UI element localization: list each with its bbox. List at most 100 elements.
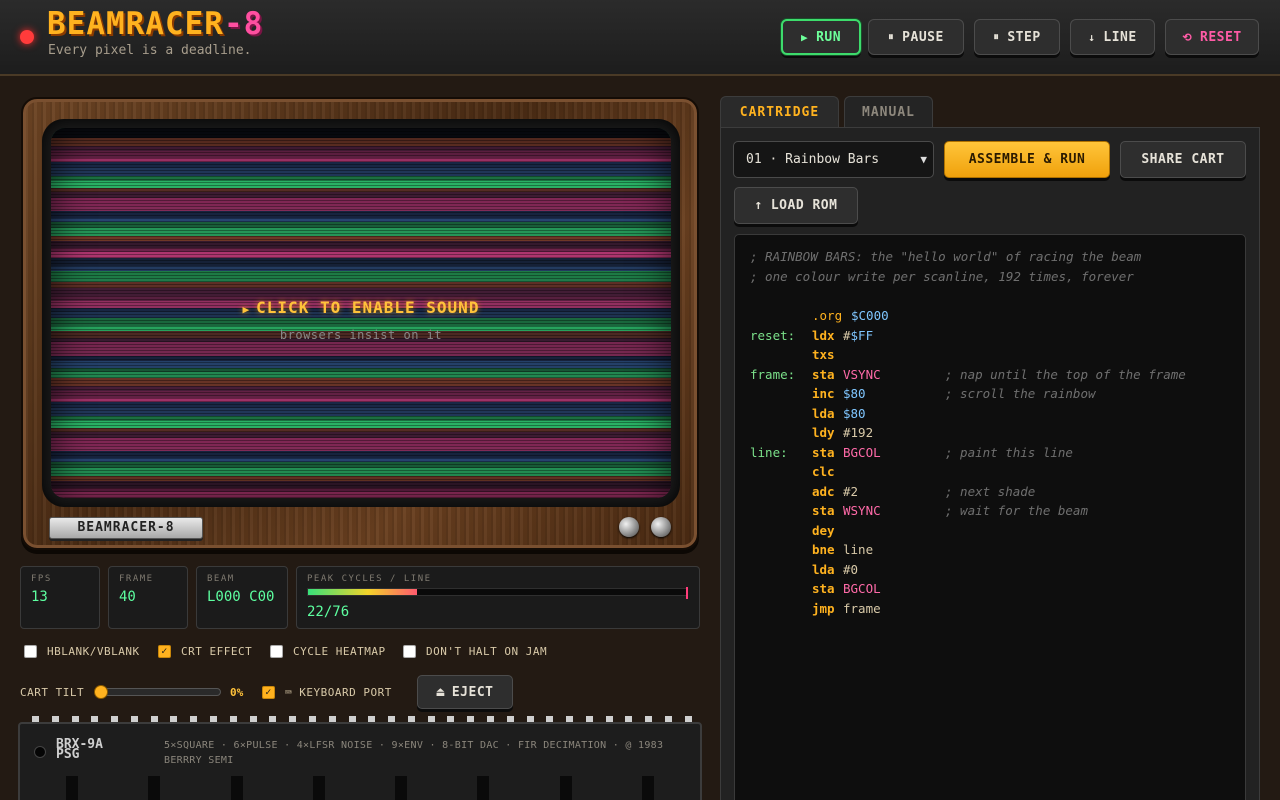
code-opcode: lda	[812, 405, 835, 421]
code-line: sta BGCOL	[750, 579, 1230, 599]
code-opcode: ldx	[812, 327, 835, 343]
code-line: .org $C000	[750, 306, 1230, 326]
tab-cartridge[interactable]: CARTRIDGE	[720, 96, 839, 128]
enable-sound-label: CLICK TO ENABLE SOUND	[256, 298, 480, 317]
pause-button[interactable]: ⏸ PAUSE	[868, 19, 964, 55]
code-operand: BGCOL	[843, 579, 881, 599]
code-line: reset: ldx #$FF	[750, 326, 1230, 346]
tab-manual[interactable]: MANUAL	[844, 96, 933, 128]
code-line: lda #0	[750, 560, 1230, 580]
line-button[interactable]: ↓ LINE	[1070, 19, 1155, 55]
peak-cycles-stat: PEAK CYCLES / LINE 22/76	[296, 566, 700, 629]
code-line: clc	[750, 462, 1230, 482]
code-label: line:	[750, 444, 788, 460]
enable-sound-prompt[interactable]: ▶ CLICK TO ENABLE SOUND	[51, 298, 671, 317]
cart-tilt-value: 0%	[230, 686, 244, 699]
chevron-down-icon: ▼	[920, 153, 927, 166]
reset-label: RESET	[1200, 29, 1242, 45]
heatmap-toggle[interactable]: CYCLE HEATMAP	[270, 643, 386, 659]
code-opcode: .org	[812, 308, 843, 323]
code-operand: #2	[843, 482, 858, 502]
tv-brand-badge: BEAMRACER-8	[49, 517, 203, 539]
peak-cycles-label: PEAK CYCLES / LINE	[307, 574, 432, 584]
beam-stat: BEAM L000 C00	[196, 566, 288, 629]
play-icon: ▶	[242, 303, 251, 316]
no-halt-label: DON'T HALT ON JAM	[426, 644, 548, 658]
assemble-run-button[interactable]: ASSEMBLE & RUN	[944, 141, 1110, 178]
chip-leg	[148, 776, 160, 800]
code-line: lda $80	[750, 404, 1230, 424]
chip-notch-icon	[34, 746, 46, 758]
code-line: jmp frame	[750, 599, 1230, 619]
app-title-main: BEAMRACER	[47, 6, 224, 42]
frame-label: FRAME	[119, 574, 154, 584]
code-operand: $C000	[851, 306, 889, 326]
code-inline-comment: ; scroll the rainbow	[945, 386, 1096, 401]
heatmap-checkbox[interactable]	[270, 644, 283, 658]
step-icon: ⏸	[993, 30, 1000, 43]
cart-select[interactable]: 01 · Rainbow Bars ▼	[733, 141, 934, 178]
code-opcode: txs	[812, 347, 835, 362]
step-label: STEP	[1007, 29, 1041, 45]
code-line: bne line	[750, 540, 1230, 560]
code-comment-line: ; RAINBOW BARS: the "hello world" of rac…	[750, 247, 1141, 267]
cart-select-value: 01 · Rainbow Bars	[746, 152, 880, 167]
code-token: 2	[850, 483, 859, 499]
crt-screen[interactable]: ▶ CLICK TO ENABLE SOUND browsers insist o…	[51, 128, 671, 498]
chip-name-line2: PSG	[56, 747, 80, 762]
code-operand: WSYNC	[843, 501, 881, 521]
peak-cycles-value: 22/76	[307, 604, 350, 620]
code-opcode: adc	[812, 483, 835, 499]
tv-knob-right-icon[interactable]	[651, 517, 671, 537]
code-line: sta WSYNC ; wait for the beam	[750, 501, 1230, 521]
code-opcode: ldy	[812, 425, 835, 440]
hblank-toggle[interactable]: HBLANK/VBLANK	[24, 643, 140, 659]
keyboard-port-toggle[interactable]: ✓ ⌨ KEYBOARD PORT	[262, 686, 392, 699]
code-token: BGCOL	[843, 444, 881, 460]
cart-tilt-thumb[interactable]	[94, 685, 108, 699]
code-opcode: jmp	[812, 600, 835, 616]
reset-button[interactable]: ⟲ RESET	[1165, 19, 1259, 55]
run-label: RUN	[816, 29, 842, 45]
eject-button[interactable]: ⏏ EJECT	[417, 675, 513, 709]
chip-leg	[560, 776, 572, 800]
code-opcode: sta	[812, 444, 835, 460]
code-opcode: dey	[812, 522, 835, 538]
keyboard-port-checkbox[interactable]: ✓	[262, 686, 275, 699]
cycle-limit-marker	[686, 587, 688, 599]
eject-label: EJECT	[451, 684, 494, 700]
tv-cabinet: ▶ CLICK TO ENABLE SOUND browsers insist o…	[21, 97, 699, 550]
code-inline-comment: ; wait for the beam	[945, 503, 1088, 518]
tv-bezel: ▶ CLICK TO ENABLE SOUND browsers insist o…	[42, 119, 680, 507]
step-button[interactable]: ⏸ STEP	[974, 19, 1060, 55]
app-title-accent: -8	[223, 6, 264, 42]
code-token: 0	[850, 561, 859, 577]
hblank-checkbox[interactable]	[24, 644, 37, 658]
code-editor[interactable]: ; RAINBOW BARS: the "hello world" of rac…	[734, 234, 1246, 800]
tv-knob-left-icon[interactable]	[619, 517, 639, 537]
reset-icon: ⟲	[1182, 30, 1193, 44]
fps-stat: FPS 13	[20, 566, 100, 629]
no-halt-toggle[interactable]: DON'T HALT ON JAM	[403, 643, 547, 659]
code-token: 192	[850, 425, 874, 440]
peak-cycles-bar	[307, 587, 688, 599]
crt-checkbox[interactable]: ✓	[158, 644, 171, 658]
fps-value: 13	[31, 589, 48, 605]
code-token: VSYNC	[843, 366, 881, 382]
code-opcode: bne	[812, 542, 835, 557]
load-rom-button[interactable]: ↑ LOAD ROM	[734, 187, 858, 224]
run-button[interactable]: ▶ RUN	[781, 19, 861, 55]
code-comment: ; one colour write per scanline, 192 tim…	[750, 269, 1134, 284]
code-opcode: sta	[812, 366, 835, 382]
chip-name: BRX-9A PSG	[56, 738, 156, 762]
share-cart-button[interactable]: SHARE CART	[1120, 141, 1246, 178]
heatmap-label: CYCLE HEATMAP	[293, 644, 386, 658]
beam-value: L000 C00	[207, 589, 275, 605]
crt-toggle[interactable]: ✓ CRT EFFECT	[158, 643, 252, 659]
code-token: #	[843, 425, 851, 440]
no-halt-checkbox[interactable]	[403, 644, 416, 658]
cart-tilt-slider[interactable]	[94, 685, 221, 699]
code-label: reset:	[750, 327, 796, 343]
code-line: frame: sta VSYNC ; nap until the top of the…	[750, 365, 1230, 385]
code-operand: $80	[843, 404, 866, 424]
